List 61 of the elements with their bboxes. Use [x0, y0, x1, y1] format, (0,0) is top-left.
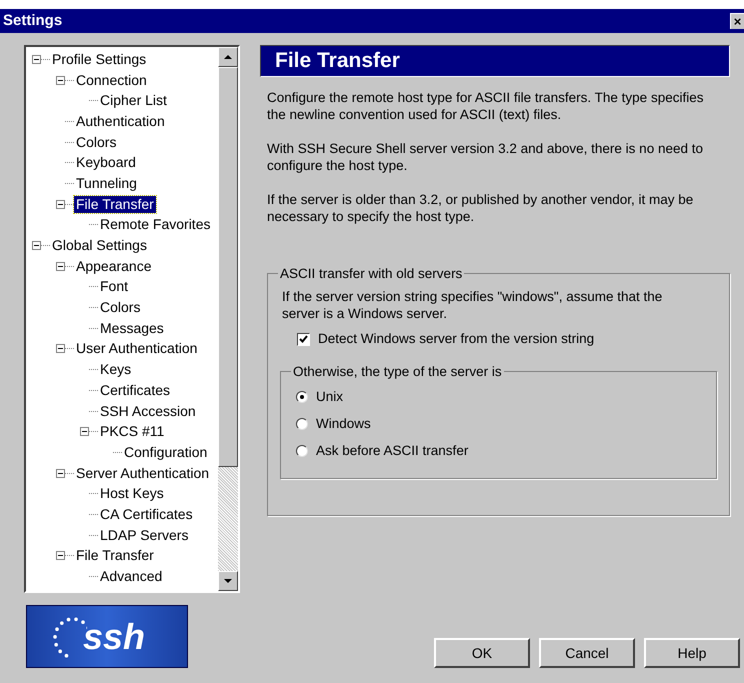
- collapse-icon[interactable]: [80, 427, 89, 436]
- dialog-button[interactable]: Cancel: [539, 638, 635, 668]
- tree-item[interactable]: Keyboard: [74, 154, 138, 172]
- collapse-icon[interactable]: [56, 468, 65, 478]
- tree-item[interactable]: PKCS #11: [98, 423, 166, 440]
- radio-label: Windows: [316, 414, 371, 433]
- page-title: File Transfer: [275, 48, 400, 74]
- scrollbar[interactable]: [218, 47, 238, 591]
- tree-item[interactable]: Host Keys: [98, 485, 166, 502]
- radio-button[interactable]: [296, 444, 308, 457]
- logo-text: ssh: [82, 618, 146, 654]
- description-text: With SSH Secure Shell server version 3.2 and above, there is no need to configure the host type.: [267, 140, 704, 174]
- tree-item[interactable]: Messages: [98, 320, 166, 337]
- radio-label: Unix: [316, 388, 344, 406]
- collapse-icon[interactable]: [32, 54, 41, 64]
- collapse-icon[interactable]: [56, 76, 65, 85]
- collapse-icon[interactable]: [32, 241, 41, 250]
- up-arrow-icon: [224, 55, 232, 59]
- close-button[interactable]: ×: [730, 13, 744, 29]
- collapse-icon[interactable]: [56, 551, 65, 560]
- scroll-up-button[interactable]: [218, 47, 238, 67]
- tree-item[interactable]: Appearance: [74, 258, 154, 275]
- radio-button[interactable]: [296, 390, 308, 403]
- dialog-button[interactable]: Help: [644, 638, 740, 668]
- checkbox-label: Detect Windows server from the version string: [318, 330, 594, 348]
- tree-item[interactable]: File Transfer: [74, 196, 156, 213]
- tree-item[interactable]: Authentication: [74, 112, 167, 130]
- tree-item[interactable]: Tunneling: [74, 174, 139, 192]
- down-arrow-icon: [224, 579, 232, 583]
- tree-item[interactable]: LDAP Servers: [98, 526, 190, 544]
- checkbox[interactable]: [297, 332, 310, 346]
- tree-item[interactable]: Advanced: [98, 568, 164, 586]
- tree-item[interactable]: Cipher List: [98, 92, 169, 110]
- collapse-icon[interactable]: [56, 344, 65, 354]
- group-text: If the server version string specifies "windows", assume that the server is a Windows server.: [281, 288, 664, 322]
- tree-item[interactable]: Colors: [74, 134, 118, 151]
- description-text: If the server is older than 3.2, or published by another vendor, it may be necessary to specify the host type.: [267, 191, 694, 225]
- tree-item[interactable]: Font: [98, 278, 130, 296]
- tree-item[interactable]: Profile Settings: [50, 50, 148, 68]
- tree-item[interactable]: Configuration: [122, 444, 210, 461]
- tree-item[interactable]: Server Authentication: [74, 464, 212, 482]
- tree-item[interactable]: File Transfer: [74, 547, 156, 564]
- tree-item[interactable]: Remote Favorites: [98, 216, 212, 234]
- tree-item[interactable]: Keys: [98, 361, 134, 378]
- tree-item[interactable]: CA Certificates: [98, 506, 195, 523]
- dialog-button[interactable]: OK: [434, 638, 530, 668]
- tree-item[interactable]: Connection: [74, 72, 149, 89]
- scroll-thumb[interactable]: [218, 67, 238, 467]
- radio-button[interactable]: [296, 418, 308, 430]
- window-title: Settings: [3, 10, 62, 31]
- tree-item[interactable]: Colors: [98, 299, 142, 316]
- tree-item[interactable]: Certificates: [98, 382, 172, 399]
- collapse-icon[interactable]: [56, 262, 65, 271]
- tree-item[interactable]: User Authentication: [74, 340, 200, 358]
- radio-label: Ask before ASCII transfer: [316, 442, 468, 460]
- scroll-down-button[interactable]: [218, 571, 238, 591]
- collapse-icon[interactable]: [56, 200, 65, 209]
- description-text: Configure the remote host type for ASCII file transfers. The type specifies the newline convention used for ASCII (text) files.: [267, 89, 704, 123]
- tree-item[interactable]: Global Settings: [50, 237, 149, 254]
- group-title: Otherwise, the type of the server is: [291, 363, 504, 380]
- tree-item[interactable]: SSH Accession: [98, 402, 198, 420]
